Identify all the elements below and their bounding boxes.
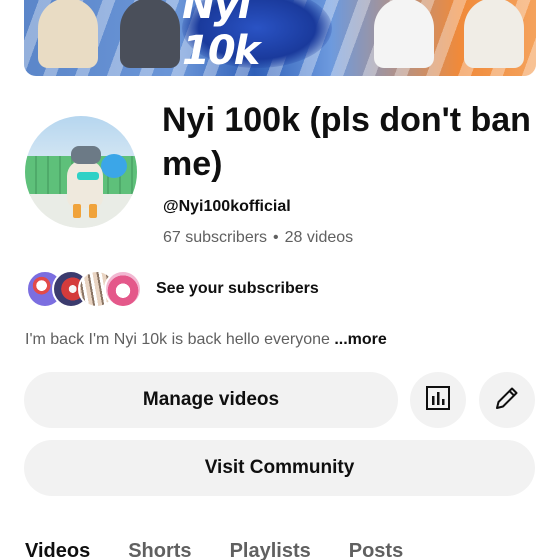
channel-handle: @Nyi100kofficial	[163, 198, 291, 215]
analytics-icon	[425, 385, 451, 416]
banner-character	[374, 0, 434, 68]
edit-channel-button[interactable]	[479, 372, 535, 428]
see-subscribers-row[interactable]: See your subscribers	[26, 270, 319, 308]
banner-character	[38, 0, 98, 68]
tab-videos[interactable]: Videos	[25, 540, 90, 560]
video-count: 28 videos	[284, 229, 354, 246]
subscriber-count: 67 subscribers	[163, 229, 268, 246]
banner-character	[464, 0, 524, 68]
channel-banner: Nyi 10k	[24, 0, 536, 76]
banner-logo: Nyi 10k	[182, 0, 332, 74]
channel-name: Nyi 100k (pls don't ban me)	[162, 101, 531, 183]
stats-separator: •	[273, 229, 279, 246]
more-link[interactable]: ...more	[334, 331, 386, 348]
visit-community-button[interactable]: Visit Community	[24, 440, 535, 496]
see-subscribers-label: See your subscribers	[156, 280, 319, 297]
analytics-button[interactable]	[410, 372, 466, 428]
subscriber-avatar	[104, 270, 142, 308]
channel-tabs: Videos Shorts Playlists Posts	[25, 540, 403, 560]
tab-posts[interactable]: Posts	[349, 540, 403, 560]
channel-avatar[interactable]	[25, 116, 137, 228]
channel-description[interactable]: I'm back I'm Nyi 10k is back hello every…	[25, 331, 387, 349]
manage-videos-button[interactable]: Manage videos	[24, 372, 398, 428]
tab-playlists[interactable]: Playlists	[230, 540, 311, 560]
pencil-icon	[493, 384, 521, 417]
tab-shorts[interactable]: Shorts	[128, 540, 191, 560]
description-text: I'm back I'm Nyi 10k is back hello every…	[25, 331, 335, 348]
banner-character	[120, 0, 180, 68]
channel-stats: 67 subscribers • 28 videos	[163, 229, 353, 247]
